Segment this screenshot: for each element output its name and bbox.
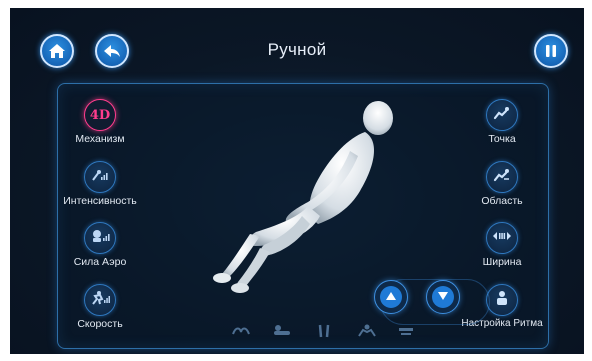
mode-label-mechanism: Механизм bbox=[75, 133, 125, 145]
width-icon bbox=[492, 229, 512, 247]
massage-chair-screen: Ручной 4D Механизм Интенсивность Сила Аэ… bbox=[10, 8, 584, 354]
speed-button[interactable] bbox=[84, 284, 116, 316]
mode-label-air: Сила Аэро bbox=[73, 256, 127, 268]
mode-speed[interactable]: Скорость bbox=[60, 284, 140, 330]
intensity-button[interactable] bbox=[84, 161, 116, 193]
back-icon[interactable] bbox=[272, 324, 292, 336]
mode-air-pressure[interactable]: Сила Аэро bbox=[60, 222, 140, 268]
legs-icon[interactable] bbox=[317, 324, 331, 338]
rhythm-settings-button[interactable] bbox=[486, 284, 518, 316]
mode-label-point: Точка bbox=[488, 133, 516, 145]
area-button[interactable] bbox=[486, 161, 518, 193]
4d-badge-icon: 4D bbox=[89, 107, 111, 123]
shoulders-icon[interactable] bbox=[232, 324, 250, 336]
mode-label-width: Ширина bbox=[482, 256, 522, 268]
body-figure-illustration bbox=[213, 101, 393, 293]
up-button[interactable] bbox=[374, 280, 408, 314]
up-arrow-icon bbox=[385, 288, 397, 306]
mode-label-area: Область bbox=[481, 195, 523, 207]
pause-button[interactable] bbox=[534, 34, 568, 68]
speed-icon bbox=[90, 290, 110, 311]
mode-mechanism[interactable]: 4D Механизм bbox=[60, 99, 140, 145]
air-pressure-icon bbox=[90, 228, 110, 249]
area-massage-icon bbox=[493, 168, 511, 187]
rhythm-settings-icon bbox=[494, 290, 510, 311]
seat-icon[interactable] bbox=[397, 324, 415, 336]
pause-icon bbox=[543, 43, 559, 59]
mode-label-speed: Скорость bbox=[77, 318, 123, 330]
intensity-icon bbox=[91, 168, 109, 187]
air-pressure-button[interactable] bbox=[84, 222, 116, 254]
down-button[interactable] bbox=[426, 280, 460, 314]
point-massage-icon bbox=[493, 106, 511, 125]
mode-label-intensity: Интенсивность bbox=[63, 195, 137, 207]
mechanism-4d-button[interactable]: 4D bbox=[84, 99, 116, 131]
page-title: Ручной bbox=[267, 40, 327, 59]
mode-width[interactable]: Ширина bbox=[462, 222, 542, 268]
arms-icon[interactable] bbox=[357, 324, 377, 338]
point-button[interactable] bbox=[486, 99, 518, 131]
mode-area[interactable]: Область bbox=[462, 161, 542, 207]
down-arrow-icon bbox=[437, 288, 449, 306]
mode-point[interactable]: Точка bbox=[462, 99, 542, 145]
width-button[interactable] bbox=[486, 222, 518, 254]
mode-intensity[interactable]: Интенсивность bbox=[50, 161, 150, 207]
